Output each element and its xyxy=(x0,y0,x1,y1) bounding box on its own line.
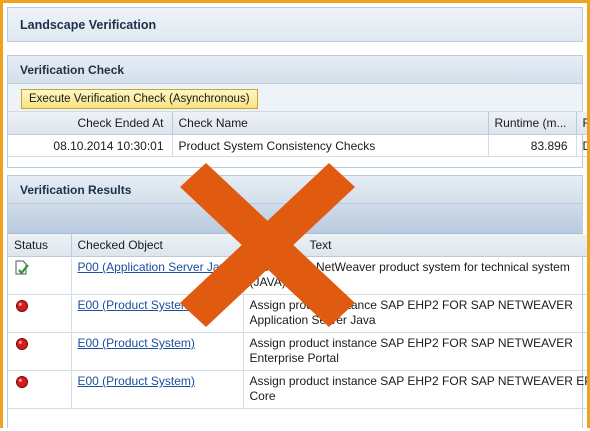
execute-verification-check-button[interactable]: Execute Verification Check (Asynchronous… xyxy=(21,89,258,109)
error-icon xyxy=(14,374,30,390)
column-header-checked-object[interactable]: Checked Object xyxy=(71,234,244,257)
column-header-check-name[interactable]: Check Name xyxy=(172,112,489,135)
table-row[interactable]: E00 (Product System) Assign product inst… xyxy=(8,370,587,409)
status-cell xyxy=(8,256,72,295)
status-cell xyxy=(8,370,72,409)
cell-ended-at: 08.10.2014 10:30:01 xyxy=(8,134,173,157)
error-icon xyxy=(14,336,30,352)
error-icon xyxy=(14,298,30,314)
verification-check-toolbar: Execute Verification Check (Asynchronous… xyxy=(8,84,582,112)
status-cell xyxy=(8,332,72,371)
table-row[interactable]: E00 (Product System) Assign product inst… xyxy=(8,294,587,333)
result-text: Assign product instance SAP EHP2 FOR SAP… xyxy=(243,370,587,409)
column-header-extra[interactable]: F xyxy=(576,112,587,135)
column-header-check-ended-at[interactable]: Check Ended At xyxy=(8,112,173,135)
table-row[interactable]: 08.10.2014 10:30:01 Product System Consi… xyxy=(8,134,587,157)
table-header-row: Check Ended At Check Name Runtime (m... … xyxy=(8,112,587,135)
checked-object-link[interactable]: E00 (Product System) xyxy=(78,336,195,350)
checked-object-cell: E00 (Product System) xyxy=(71,294,244,333)
column-header-status[interactable]: Status xyxy=(8,234,72,257)
checked-object-cell: E00 (Product System) xyxy=(71,370,244,409)
result-text: Assign product instance SAP EHP2 FOR SAP… xyxy=(243,294,587,333)
verification-check-title: Verification Check xyxy=(20,63,125,77)
verification-check-header: Verification Check xyxy=(8,56,582,84)
status-cell xyxy=(8,294,72,333)
cell-extra: D xyxy=(576,134,587,157)
result-text: Assign product instance SAP EHP2 FOR SAP… xyxy=(243,332,587,371)
cell-check-name: Product System Consistency Checks xyxy=(172,134,489,157)
table-row[interactable]: P00 (Application Server Java) Create SAP… xyxy=(8,256,587,295)
checked-object-cell: P00 (Application Server Java) xyxy=(71,256,244,295)
result-text: Create SAP NetWeaver product system for … xyxy=(243,256,587,295)
verification-results-panel: Verification Results Status Checked Obje… xyxy=(7,175,587,428)
column-header-runtime[interactable]: Runtime (m... xyxy=(488,112,577,135)
checked-object-link[interactable]: P00 (Application Server Java) xyxy=(78,260,237,274)
verification-check-panel: Verification Check Execute Verification … xyxy=(7,55,587,168)
checked-object-link[interactable]: E00 (Product System) xyxy=(78,298,195,312)
cell-runtime: 83.896 xyxy=(488,134,577,157)
window-titlebar: Landscape Verification xyxy=(7,7,583,42)
verification-check-table: Check Ended At Check Name Runtime (m... … xyxy=(8,112,587,157)
results-toolbar xyxy=(8,204,582,234)
checked-object-link[interactable]: E00 (Product System) xyxy=(78,374,195,388)
app-frame: Landscape Verification Verification Chec… xyxy=(0,0,590,428)
table-row[interactable]: E00 (Product System) Assign product inst… xyxy=(8,332,587,371)
verification-results-table: Status Checked Object Text P00 (Applicat… xyxy=(8,234,587,409)
column-header-text[interactable]: Text xyxy=(243,234,587,257)
window-title: Landscape Verification xyxy=(20,18,157,32)
verification-results-title: Verification Results xyxy=(20,183,132,197)
checked-object-cell: E00 (Product System) xyxy=(71,332,244,371)
table-header-row: Status Checked Object Text xyxy=(8,234,587,257)
verification-results-header: Verification Results xyxy=(8,176,582,204)
check-document-icon xyxy=(14,260,30,276)
